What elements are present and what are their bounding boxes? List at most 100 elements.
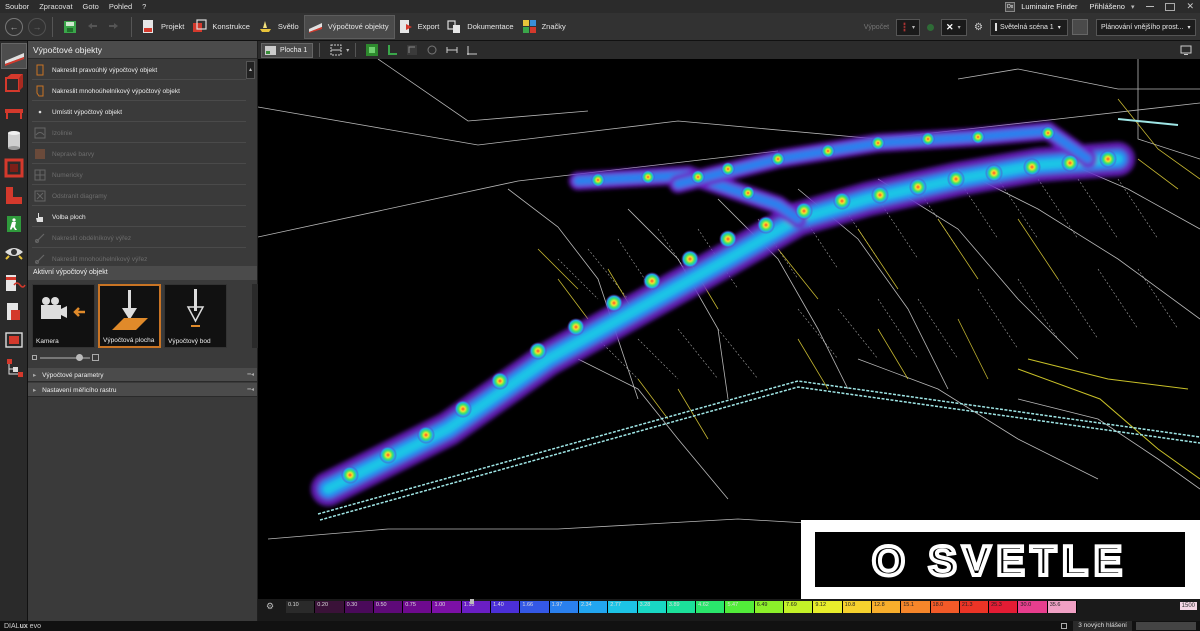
tab-znacky[interactable]: Značky — [519, 15, 571, 39]
pin-icon[interactable]: ━◂ — [247, 371, 254, 378]
tab-label: Projekt — [161, 22, 185, 31]
tile-calc-point[interactable]: Výpočtový bod — [164, 284, 227, 348]
panel-item-list: Nakreslit pravoúhlý výpočtový objekt Nak… — [28, 59, 257, 269]
brand-part-evo: evo — [27, 622, 41, 630]
toolbar-divider — [52, 16, 53, 37]
menu-pohled[interactable]: Pohled — [104, 2, 137, 11]
arrow-left-icon: ← — [9, 21, 19, 32]
menu-goto[interactable]: Goto — [78, 2, 104, 11]
solid-view-icon[interactable] — [366, 44, 379, 56]
hierarchy-tool-button[interactable] — [1, 355, 27, 381]
camera-icon — [41, 297, 85, 319]
axis-icon[interactable] — [466, 44, 478, 56]
minimize-icon[interactable] — [1146, 6, 1155, 7]
list-item-label: Odstranit diagramy — [52, 192, 107, 200]
planning-value: Plánování vnějšího prost... — [1101, 23, 1184, 31]
tab-label: Světlo — [277, 22, 299, 31]
tab-svetlo[interactable]: Světlo — [255, 15, 304, 39]
cube-tool-button[interactable] — [1, 71, 27, 97]
calculation-mode-dropdown[interactable]: ▾ — [896, 18, 921, 36]
legend-pointer-icon — [470, 599, 474, 604]
close-icon[interactable]: ✕ — [1186, 1, 1194, 12]
undo-icon[interactable] — [85, 20, 99, 34]
tab-konstrukce[interactable]: Konstrukce — [189, 15, 255, 39]
cancel-dropdown[interactable]: ✕ ▾ — [941, 18, 968, 36]
chevron-down-icon: ▾ — [1187, 24, 1191, 31]
measure-icon[interactable] — [446, 44, 458, 56]
notification-icon[interactable] — [1061, 623, 1068, 629]
menu-help[interactable]: ? — [137, 2, 151, 11]
3d-viewport[interactable] — [258, 59, 1200, 599]
luminaire-finder-icon[interactable]: Dx — [1005, 1, 1016, 12]
refresh-icon[interactable] — [927, 23, 935, 31]
place-calc-object[interactable]: Umístit výpočtový objekt — [32, 103, 246, 122]
redo-icon[interactable] — [107, 20, 121, 34]
wave-tool-button[interactable] — [1, 271, 27, 297]
menu-soubor[interactable]: Soubor — [0, 2, 34, 11]
visibility-tool-button[interactable] — [1, 239, 27, 265]
corner-icon[interactable] — [406, 44, 418, 56]
slider-knob[interactable] — [76, 354, 83, 361]
isolines-option[interactable]: Izolinie — [32, 124, 246, 143]
tab-projekt[interactable]: Projekt — [138, 15, 189, 39]
planning-dropdown[interactable]: Plánování vnějšího prost... ▾ — [1096, 18, 1196, 36]
legend-settings-gear-icon[interactable]: ⚙ — [266, 602, 276, 612]
grid-snap-icon[interactable] — [330, 44, 342, 56]
login-dropdown-icon[interactable]: ▾ — [1131, 3, 1135, 11]
tile-camera[interactable]: Kamera — [32, 284, 95, 348]
page-tool-button[interactable] — [1, 299, 27, 325]
viewport-tab-plocha[interactable]: Plocha 1 — [261, 42, 314, 58]
save-icon[interactable] — [63, 20, 77, 34]
menu-zpracovat[interactable]: Zpracovat — [34, 2, 77, 11]
login-status[interactable]: Přihlášeno — [1089, 2, 1124, 11]
legend-cell: 9.12 — [813, 601, 843, 613]
draw-rect-cutout[interactable]: Nakreslit obdélníkový výřez — [32, 229, 246, 248]
legend-cell: 25.3 — [989, 601, 1019, 613]
tile-size-slider[interactable] — [32, 354, 252, 362]
legend-cell: 21.3 — [959, 601, 990, 613]
forward-button[interactable]: → — [28, 17, 46, 36]
room-tool-button[interactable] — [1, 155, 27, 181]
back-button[interactable]: ← — [5, 17, 23, 36]
tab-export[interactable]: Export — [395, 15, 445, 39]
settings-gear-icon[interactable]: ⚙ — [974, 22, 983, 33]
tab-vypoctove-objekty[interactable]: Výpočtové objekty — [303, 14, 395, 39]
legend-cell: 18.0 — [930, 601, 960, 613]
panel-scroll-button[interactable]: ▴ — [246, 61, 255, 79]
draw-polygon-calc-object[interactable]: Nakreslit mnohoúhelníkový výpočtový obje… — [32, 82, 246, 101]
tile-label: Výpočtová plocha — [103, 337, 155, 344]
new-notices-message[interactable]: 3 nových hlášení — [1073, 621, 1132, 631]
section-label: Výpočtové parametry — [42, 372, 104, 379]
light-scene-dropdown[interactable]: Světelná scéna 1 ▾ — [990, 18, 1068, 36]
select-surfaces-option[interactable]: Volba ploch — [32, 208, 246, 227]
frame-tool-button[interactable] — [1, 327, 27, 353]
l-shape-tool-button[interactable] — [1, 183, 27, 209]
pin-icon[interactable]: ━◂ — [247, 386, 254, 393]
luminaire-finder-link[interactable]: Luminaire Finder — [1021, 2, 1077, 11]
tile-calc-surface[interactable]: Výpočtová plocha — [98, 284, 161, 348]
l-view-icon[interactable] — [386, 44, 398, 56]
wave-icon — [6, 275, 26, 291]
calc-parameters-section[interactable]: ▸ Výpočtové parametry ━◂ — [28, 368, 257, 382]
legend-cell: 0.10 — [286, 601, 316, 613]
calc-surface-tool-button[interactable] — [1, 43, 27, 69]
legend-cell: 1.97 — [549, 601, 579, 613]
chevron-down-icon[interactable]: ▾ — [346, 47, 349, 54]
numeric-option[interactable]: Numericky — [32, 166, 246, 185]
false-colors-option[interactable]: Nepravé barvy — [32, 145, 246, 164]
monitor-icon[interactable] — [1180, 44, 1192, 56]
main-toolbar: ← → Projekt Konstrukce Světlo Výpočtové … — [0, 13, 1200, 41]
circle-target-icon[interactable] — [426, 44, 438, 56]
draw-rect-calc-object[interactable]: Nakreslit pravoúhlý výpočtový objekt — [32, 61, 246, 80]
scene-settings-button[interactable] — [1072, 19, 1088, 35]
remove-diagrams-option[interactable]: Odstranit diagramy — [32, 187, 246, 206]
table-tool-button[interactable] — [1, 99, 27, 125]
tab-dokumentace[interactable]: Dokumentace — [444, 15, 518, 39]
maximize-icon[interactable] — [1165, 2, 1176, 11]
active-calc-object-header: Aktivní výpočtový objekt — [28, 266, 257, 280]
emergency-exit-tool-button[interactable] — [1, 211, 27, 237]
construction-icon — [193, 19, 207, 32]
cylinder-tool-button[interactable] — [1, 127, 27, 153]
calc-surface-icon — [112, 290, 148, 330]
grid-settings-section[interactable]: ▸ Nastavení měřicího rastru ━◂ — [28, 383, 257, 397]
